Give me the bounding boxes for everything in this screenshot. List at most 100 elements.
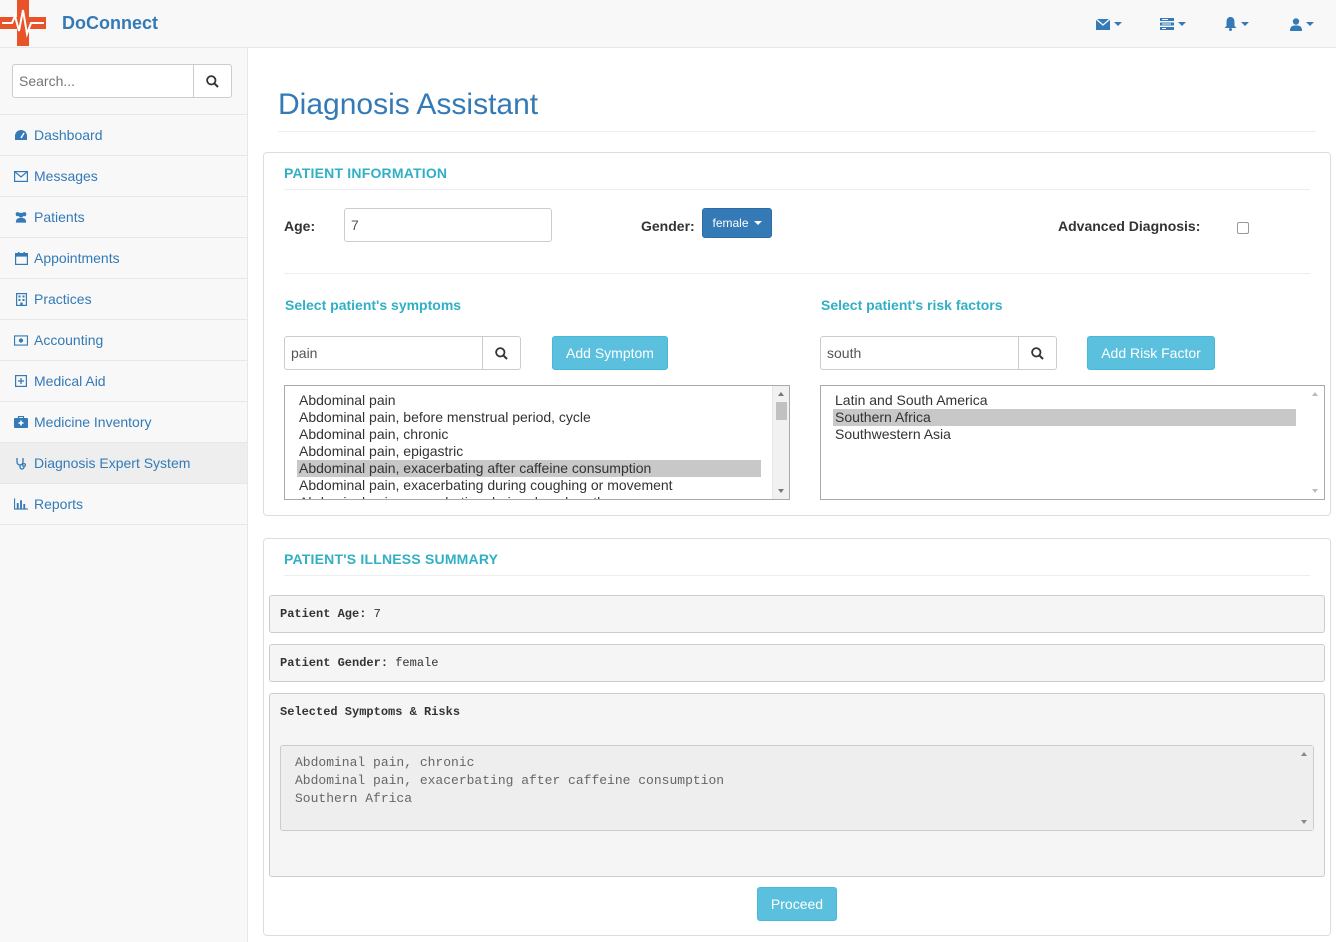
risk-factors-scrollbar[interactable] <box>1307 386 1324 499</box>
scroll-thumb[interactable] <box>776 402 787 420</box>
building-icon <box>14 292 28 306</box>
brand-name[interactable]: DoConnect <box>62 13 158 34</box>
patient-info-heading: PATIENT INFORMATION <box>284 165 448 181</box>
add-symptom-button[interactable]: Add Symptom <box>552 336 668 370</box>
envelope-icon <box>1096 18 1110 30</box>
selected-item: Southern Africa <box>295 791 413 806</box>
illness-summary-heading: PATIENT'S ILLNESS SUMMARY <box>284 551 499 567</box>
sidebar-item-practices[interactable]: Practices <box>0 279 247 320</box>
sidebar-item-appointments[interactable]: Appointments <box>0 238 247 279</box>
chevron-down-icon <box>753 221 762 225</box>
chevron-down-icon <box>1241 22 1249 26</box>
user-menu[interactable] <box>1290 14 1314 34</box>
envelope-icon <box>14 169 28 183</box>
medkit-icon <box>14 415 28 429</box>
tasks-menu[interactable] <box>1160 14 1186 34</box>
logo-icon <box>0 0 46 46</box>
sidebar-item-medical-aid[interactable]: Medical Aid <box>0 361 247 402</box>
calendar-icon <box>14 251 28 265</box>
list-option[interactable]: Abdominal pain <box>285 392 789 409</box>
risk-search-button[interactable] <box>1018 337 1056 369</box>
risk-search-input[interactable] <box>821 337 1018 369</box>
sidebar-item-label: Dashboard <box>34 127 103 143</box>
sidebar-search-input[interactable] <box>13 65 193 97</box>
tasks-icon <box>1160 18 1174 30</box>
sidebar-item-dashboard[interactable]: Dashboard <box>0 115 247 156</box>
selected-item: Abdominal pain, exacerbating after caffe… <box>295 773 725 788</box>
list-option[interactable]: Southwestern Asia <box>821 426 1324 443</box>
age-label: Age: <box>284 218 316 234</box>
panel-divider <box>284 189 1310 190</box>
sidebar-item-diagnosis-expert-system[interactable]: Diagnosis Expert System <box>0 443 247 484</box>
selected-symptoms-list: Abdominal pain, chronic Abdominal pain, e… <box>295 754 1299 808</box>
sidebar-item-label: Medicine Inventory <box>34 414 152 430</box>
advanced-diagnosis-checkbox[interactable] <box>1237 222 1249 234</box>
age-input[interactable] <box>344 208 552 242</box>
add-risk-factor-button[interactable]: Add Risk Factor <box>1087 336 1215 370</box>
scroll-up-icon[interactable] <box>1301 752 1307 756</box>
chevron-down-icon <box>1114 22 1122 26</box>
scroll-up-icon[interactable] <box>778 392 784 396</box>
list-option[interactable]: Abdominal pain, exacerbating during coug… <box>285 477 789 494</box>
list-option[interactable]: Latin and South America <box>821 392 1324 409</box>
summary-gender-text: Patient Gender: female <box>280 656 438 670</box>
users-icon <box>14 210 28 224</box>
list-option[interactable]: Abdominal pain, chronic <box>285 426 789 443</box>
gender-value: female <box>712 216 749 230</box>
risk-factors-listbox[interactable]: Latin and South America Southern Africa So… <box>820 385 1325 500</box>
symptoms-scrollbar[interactable] <box>772 386 789 499</box>
scroll-up-icon[interactable] <box>1312 392 1318 396</box>
symptoms-listbox[interactable]: Abdominal pain Abdominal pain, before men… <box>284 385 790 500</box>
sidebar-item-label: Medical Aid <box>34 373 106 389</box>
sidebar-item-patients[interactable]: Patients <box>0 197 247 238</box>
panel-divider <box>284 575 1310 576</box>
symptoms-options: Abdominal pain Abdominal pain, before men… <box>285 386 789 499</box>
sidebar-menu: Dashboard Messages Patients Appointments Pra… <box>0 114 247 525</box>
sidebar-item-label: Reports <box>34 496 84 512</box>
chevron-down-icon <box>1306 22 1314 26</box>
symptom-search <box>284 336 521 370</box>
sidebar-item-accounting[interactable]: Accounting <box>0 320 247 361</box>
list-option[interactable]: Abdominal pain, exacerbating after caffe… <box>297 460 761 477</box>
summary-age-text: Patient Age: 7 <box>280 607 381 621</box>
symptom-search-button[interactable] <box>482 337 520 369</box>
bell-icon <box>1224 17 1237 31</box>
sidebar-item-messages[interactable]: Messages <box>0 156 247 197</box>
top-navbar: DoConnect <box>0 0 1336 48</box>
selected-symptoms-textarea[interactable]: Abdominal pain, chronic Abdominal pain, e… <box>280 745 1314 831</box>
list-option[interactable]: Abdominal pain, before menstrual period,… <box>285 409 789 426</box>
sidebar-search <box>12 64 232 98</box>
symptom-search-input[interactable] <box>285 337 482 369</box>
bar-chart-icon <box>14 497 28 511</box>
scroll-down-icon[interactable] <box>778 489 784 493</box>
summary-gender-label: Patient Gender: <box>280 656 389 670</box>
proceed-button[interactable]: Proceed <box>757 887 837 921</box>
alerts-menu[interactable] <box>1224 14 1249 34</box>
sidebar-item-reports[interactable]: Reports <box>0 484 247 525</box>
gender-dropdown[interactable]: female <box>702 208 772 238</box>
sidebar-item-medicine-inventory[interactable]: Medicine Inventory <box>0 402 247 443</box>
messages-menu[interactable] <box>1096 14 1122 34</box>
sidebar-item-label: Accounting <box>34 332 104 348</box>
dashboard-icon <box>14 128 28 142</box>
list-option[interactable]: Abdominal pain, exacerbating during deep… <box>285 494 789 499</box>
list-option[interactable]: Abdominal pain, epigastric <box>285 443 789 460</box>
patient-info-panel: PATIENT INFORMATION Age: Gender: female … <box>263 152 1331 516</box>
sidebar-search-button[interactable] <box>193 65 231 97</box>
search-icon <box>206 74 219 88</box>
scroll-down-icon[interactable] <box>1301 820 1307 824</box>
page-title: Diagnosis Assistant <box>278 88 539 121</box>
scroll-down-icon[interactable] <box>1312 489 1318 493</box>
sidebar-item-label: Appointments <box>34 250 120 266</box>
list-option[interactable]: Southern Africa <box>833 409 1296 426</box>
summary-scrollbar[interactable] <box>1296 746 1313 830</box>
risk-search <box>820 336 1057 370</box>
title-divider <box>278 131 1316 132</box>
sidebar-item-label: Messages <box>34 168 98 184</box>
stethoscope-icon <box>14 456 28 470</box>
summary-gender-well: Patient Gender: female <box>269 644 1325 682</box>
summary-age-well: Patient Age: 7 <box>269 595 1325 633</box>
risk-factor-options: Latin and South America Southern Africa So… <box>821 386 1324 443</box>
selected-item: Abdominal pain, chronic <box>295 755 475 770</box>
sidebar-item-label: Diagnosis Expert System <box>34 455 191 471</box>
